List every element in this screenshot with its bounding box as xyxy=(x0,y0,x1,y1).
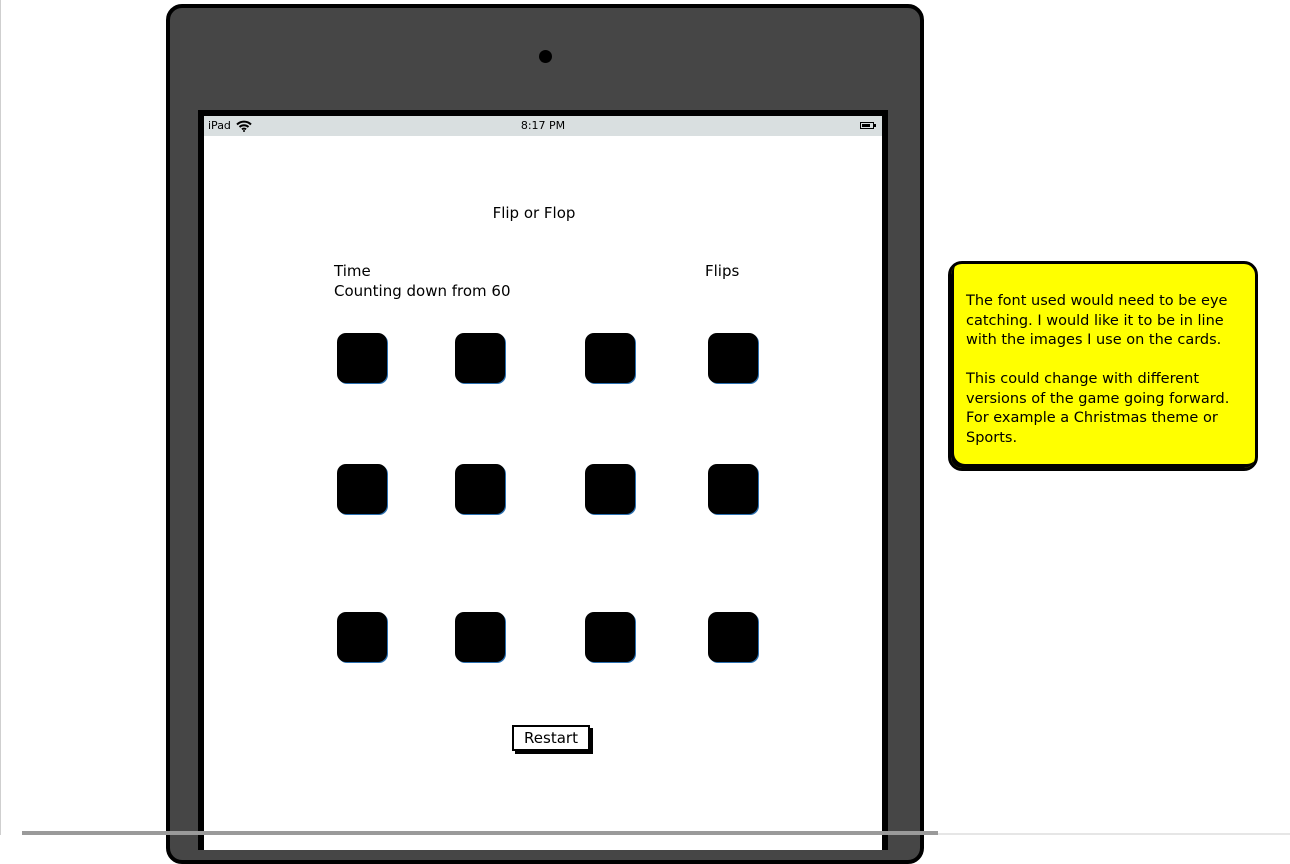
memory-card[interactable] xyxy=(708,333,758,383)
memory-card[interactable] xyxy=(455,612,505,662)
tablet-screen: iPad 8:17 PM Flip or Flop Time Counting … xyxy=(198,110,888,850)
camera-icon xyxy=(539,50,552,63)
battery-icon xyxy=(860,122,876,129)
memory-card[interactable] xyxy=(585,333,635,383)
countdown-text: Counting down from 60 xyxy=(334,282,511,300)
status-time: 8:17 PM xyxy=(520,119,566,132)
status-bar: iPad 8:17 PM xyxy=(204,116,882,136)
flips-label: Flips xyxy=(705,262,740,280)
memory-card[interactable] xyxy=(708,464,758,514)
memory-card[interactable] xyxy=(337,464,387,514)
note-text: The font used would need to be eye catch… xyxy=(966,292,1246,448)
memory-card[interactable] xyxy=(455,333,505,383)
memory-card[interactable] xyxy=(337,333,387,383)
time-label: Time xyxy=(334,262,371,280)
memory-card[interactable] xyxy=(708,612,758,662)
game-title: Flip or Flop xyxy=(492,204,576,222)
memory-card[interactable] xyxy=(585,464,635,514)
memory-card[interactable] xyxy=(455,464,505,514)
note-paragraph: The font used would need to be eye catch… xyxy=(966,293,1228,348)
memory-card[interactable] xyxy=(585,612,635,662)
page-left-border xyxy=(0,0,1,835)
horizontal-scrollbar[interactable] xyxy=(22,831,938,835)
note-paragraph: This could change with different version… xyxy=(966,371,1230,446)
annotation-note: The font used would need to be eye catch… xyxy=(948,261,1258,471)
memory-card[interactable] xyxy=(337,612,387,662)
restart-button[interactable]: Restart xyxy=(512,725,590,751)
